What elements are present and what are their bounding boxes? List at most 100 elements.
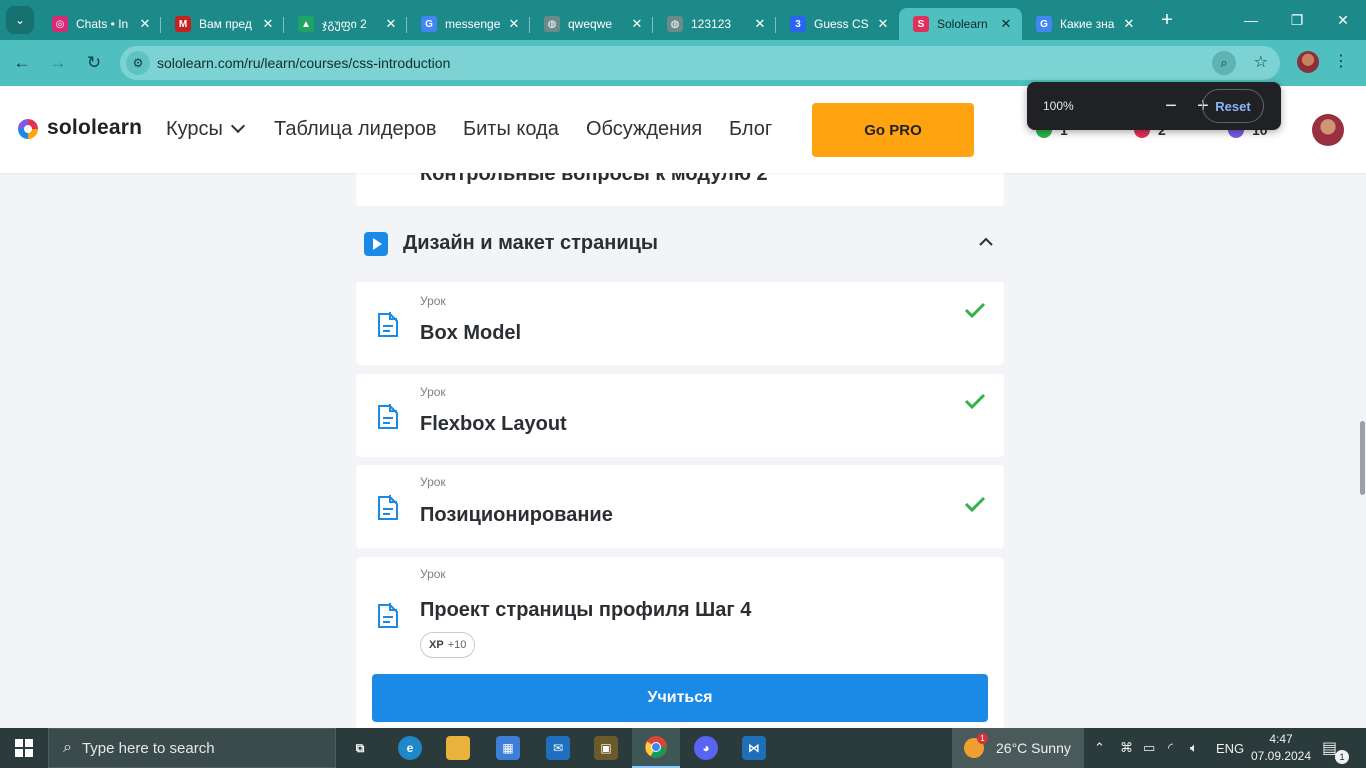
browser-tab[interactable]: ◍ 123123 ✕ (653, 8, 776, 40)
close-tab-icon[interactable]: ✕ (629, 16, 645, 32)
site-info-icon[interactable]: ⚙ (126, 51, 150, 75)
google-icon: G (421, 16, 437, 32)
close-tab-icon[interactable]: ✕ (383, 16, 399, 32)
game-controller-icon: ◕ (694, 736, 718, 760)
task-view-icon: ⧉ (355, 740, 365, 755)
learn-button[interactable]: Учиться (372, 674, 988, 722)
scroll-thumb[interactable] (1360, 421, 1365, 495)
explorer-app[interactable] (434, 728, 482, 768)
module-title: Дизайн и макет страницы (403, 232, 659, 254)
browser-menu-icon[interactable]: ⋮ (1333, 51, 1349, 71)
zoom-icon[interactable]: ⌕ (1212, 51, 1236, 75)
show-hidden-icons[interactable]: ⌃ (1094, 728, 1105, 768)
address-bar[interactable]: ⚙ sololearn.com/ru/learn/courses/css-int… (120, 46, 1280, 80)
globe-icon: ◍ (667, 16, 683, 32)
search-icon: ⌕ (63, 739, 72, 756)
sololearn-icon: S (913, 16, 929, 32)
google-icon: G (1036, 16, 1052, 32)
taskbar-search[interactable]: ⌕ Type here to search (48, 728, 336, 768)
close-tab-icon[interactable]: ✕ (1121, 16, 1137, 32)
new-tab-button[interactable]: + (1153, 6, 1181, 34)
module-header[interactable]: Дизайн и макет страницы (356, 226, 1004, 262)
restore-button[interactable]: ❐ (1274, 0, 1320, 40)
close-tab-icon[interactable]: ✕ (506, 16, 522, 32)
chevron-up-icon[interactable] (978, 234, 994, 250)
user-avatar[interactable] (1312, 114, 1344, 146)
google-drive-icon: ▲ (298, 16, 314, 32)
windows-logo-icon (15, 739, 33, 757)
battery-tray[interactable]: ▭ (1143, 728, 1155, 768)
wifi-icon: ◜ (1168, 740, 1174, 755)
sololearn-logo-icon[interactable] (16, 117, 40, 141)
close-icon: ✕ (1337, 11, 1349, 28)
minimize-button[interactable]: — (1228, 0, 1274, 40)
document-icon (378, 404, 398, 429)
xp-badge: XP +10 (420, 632, 476, 658)
mail-app[interactable]: ✉ (534, 728, 582, 768)
go-pro-button[interactable]: Go PRO (812, 103, 974, 157)
tab-title: 123123 (691, 17, 732, 31)
close-tab-icon[interactable]: ✕ (752, 16, 768, 32)
browser-tab[interactable]: 3 Guess CSS ✕ (776, 8, 899, 40)
zoom-out-button[interactable]: − (1159, 94, 1183, 118)
clock[interactable]: 4:47 07.09.2024 (1248, 731, 1314, 765)
edge-app[interactable]: e (386, 728, 434, 768)
browser-tab[interactable]: M Вам пред ✕ (161, 8, 284, 40)
mail-icon: ✉ (546, 736, 570, 760)
tray-app-icon[interactable]: ⌘ (1120, 728, 1133, 768)
browser-tab[interactable]: Gmessenge ✕ (407, 8, 530, 40)
nav-discussions[interactable]: Обсуждения (586, 118, 702, 141)
nav-courses[interactable]: Курсы (166, 118, 246, 141)
chevron-down-icon (230, 118, 246, 134)
nav-leaderboard[interactable]: Таблица лидеров (274, 118, 436, 141)
lesson-card[interactable]: Урок Flexbox Layout (356, 374, 1004, 457)
folder-icon (446, 736, 470, 760)
close-window-button[interactable]: ✕ (1320, 0, 1366, 40)
lesson-name: Flexbox Layout (420, 413, 567, 435)
tab-title: Sololearn (937, 17, 988, 31)
start-button[interactable] (0, 728, 48, 768)
css-icon: 3 (790, 16, 806, 32)
logo-text[interactable]: sololearn (47, 116, 142, 140)
nav-code-bits[interactable]: Биты кода (463, 118, 559, 141)
tab-search-button[interactable]: ⌄ (6, 6, 34, 34)
bookmark-star-icon[interactable]: ☆ (1254, 52, 1268, 72)
close-tab-icon[interactable]: ✕ (137, 16, 153, 32)
minimize-icon: — (1244, 12, 1258, 28)
browser-tab[interactable]: ◎ Chats • In ✕ (38, 8, 161, 40)
close-tab-icon[interactable]: ✕ (998, 16, 1014, 32)
store-icon: ▦ (496, 736, 520, 760)
tab-title: ჯგუფი 2 (322, 17, 367, 31)
reload-button[interactable]: ↻ (79, 48, 109, 78)
weather-widget[interactable]: 1 26°C Sunny (952, 728, 1084, 768)
browser-tab[interactable]: ▲ ჯგუფი 2 ✕ (284, 8, 407, 40)
globe-icon: ◍ (544, 16, 560, 32)
chevron-up-icon: ⌃ (1094, 740, 1105, 755)
network-tray[interactable]: ◜ (1168, 728, 1173, 768)
page-scrollbar[interactable] (1358, 173, 1366, 728)
browser-tab[interactable]: ◍ qweqwe ✕ (530, 8, 653, 40)
back-button[interactable]: ← (7, 48, 37, 78)
image-icon: ▣ (594, 736, 618, 760)
lesson-kind: Урок (420, 475, 446, 489)
browser-tab[interactable]: S Sololearn ✕ (899, 8, 1022, 40)
browser-tab[interactable]: G Какие зна ✕ (1022, 8, 1145, 40)
volume-tray[interactable]: 🔈︎ (1190, 728, 1198, 768)
lesson-card[interactable]: Урок Box Model (356, 282, 1004, 365)
profile-avatar[interactable] (1297, 51, 1319, 73)
zoom-reset-button[interactable]: Reset (1202, 89, 1264, 123)
close-tab-icon[interactable]: ✕ (260, 16, 276, 32)
forward-button[interactable]: → (43, 48, 73, 78)
photos-app[interactable]: ▣ (582, 728, 630, 768)
url-text[interactable]: sololearn.com/ru/learn/courses/css-intro… (157, 55, 450, 71)
store-app[interactable]: ▦ (484, 728, 532, 768)
lesson-card[interactable]: Урок Позиционирование (356, 465, 1004, 548)
discord-app[interactable]: ◕ (682, 728, 730, 768)
close-tab-icon[interactable]: ✕ (875, 16, 891, 32)
nav-blog[interactable]: Блог (729, 118, 772, 141)
language-indicator[interactable]: ENG (1216, 728, 1244, 768)
weather-badge: 1 (977, 733, 988, 744)
task-view-button[interactable]: ⧉ (336, 728, 384, 768)
vscode-app[interactable]: ⋈ (730, 728, 778, 768)
chrome-app[interactable] (632, 728, 680, 768)
